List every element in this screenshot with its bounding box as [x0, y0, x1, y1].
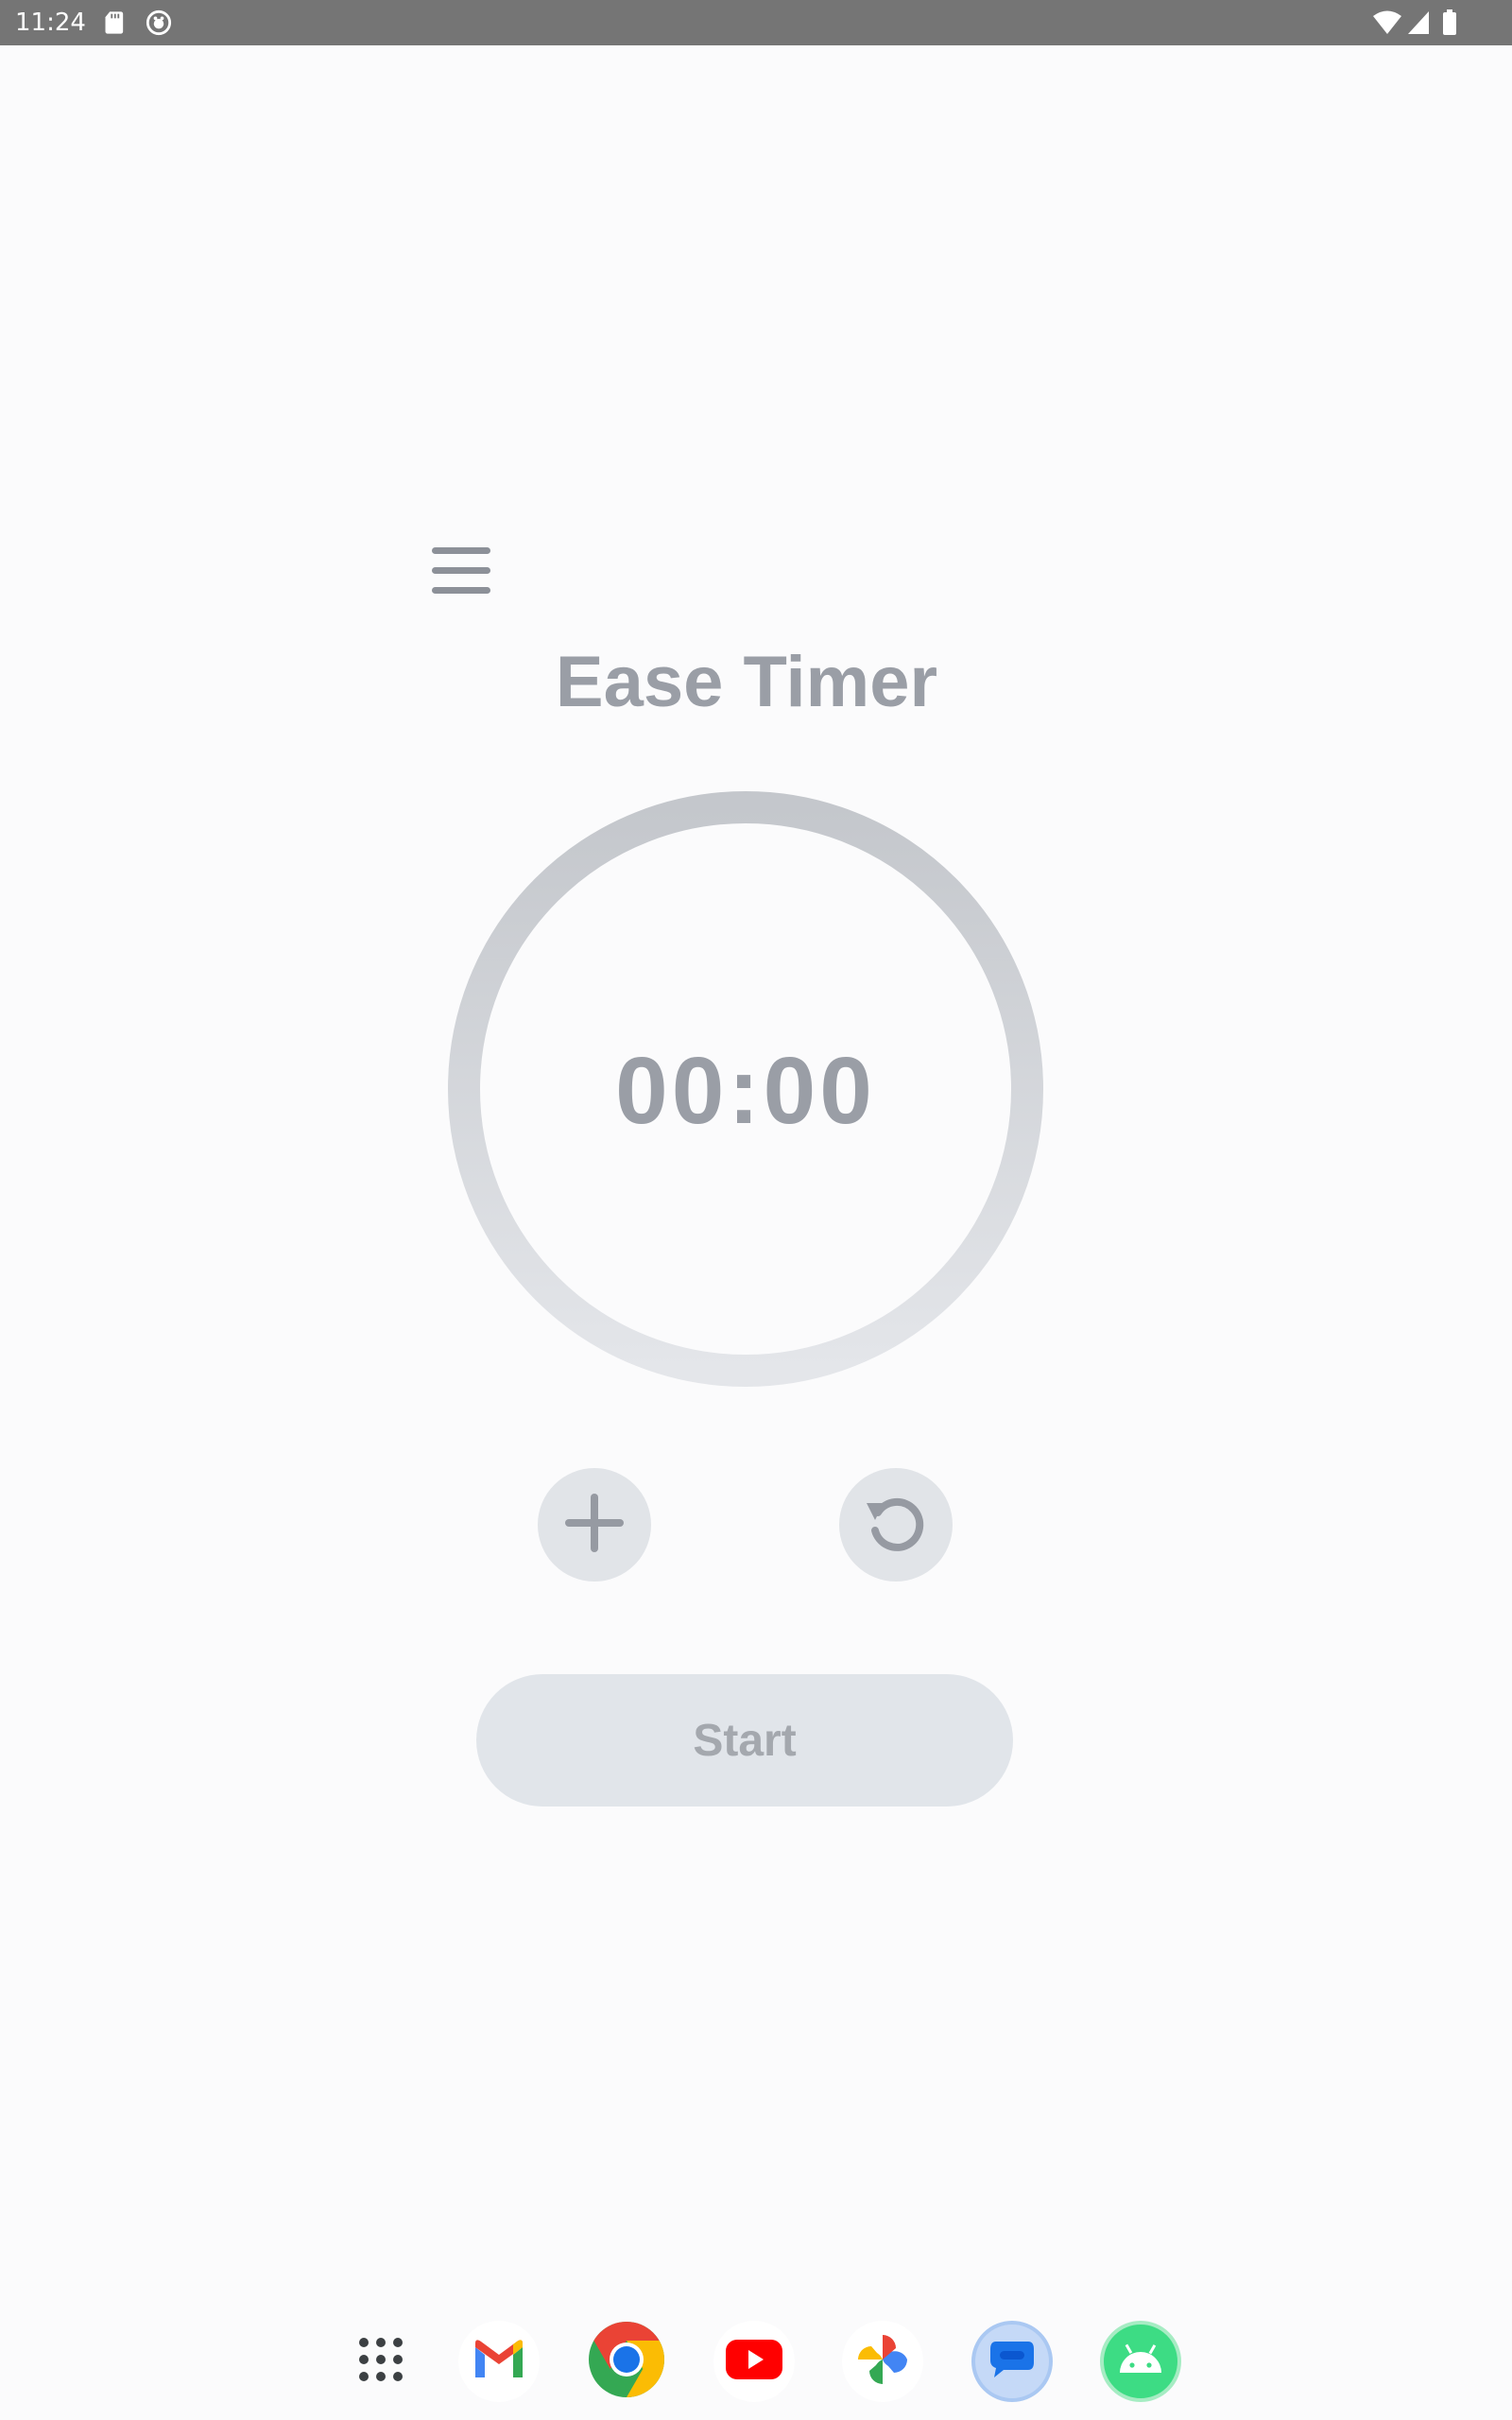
chrome-app-button[interactable] — [586, 2321, 667, 2402]
messages-icon — [988, 2338, 1036, 2386]
status-time: 11:24 — [15, 9, 86, 37]
gmail-icon — [472, 2338, 526, 2386]
add-time-button[interactable] — [538, 1468, 651, 1582]
cell-signal-icon — [1406, 9, 1431, 36]
app-dock — [0, 2307, 1512, 2420]
sd-card-icon — [102, 9, 129, 36]
android-app-button[interactable] — [1100, 2321, 1181, 2402]
photos-icon — [854, 2331, 911, 2393]
chrome-icon — [587, 2320, 666, 2404]
app-drawer-button[interactable] — [340, 2321, 421, 2402]
start-button[interactable]: Start — [476, 1674, 1013, 1806]
notification-app-icon — [146, 9, 172, 36]
youtube-app-button[interactable] — [713, 2321, 795, 2402]
messages-app-button[interactable] — [971, 2321, 1053, 2402]
android-icon — [1114, 2339, 1167, 2385]
status-bar: 11:24 — [0, 0, 1512, 45]
timer-display: 00:00 — [615, 1038, 876, 1144]
reset-button[interactable] — [839, 1468, 953, 1582]
reset-icon — [863, 1490, 929, 1561]
page-title: Ease Timer — [555, 642, 938, 722]
photos-app-button[interactable] — [842, 2321, 923, 2402]
gmail-app-button[interactable] — [458, 2321, 540, 2402]
youtube-icon — [726, 2339, 782, 2384]
plus-icon — [563, 1492, 626, 1559]
app-drawer-icon — [356, 2335, 405, 2389]
battery-icon — [1442, 9, 1457, 36]
menu-button[interactable] — [427, 539, 495, 607]
hamburger-menu-icon — [432, 545, 490, 601]
wifi-icon — [1372, 9, 1402, 36]
